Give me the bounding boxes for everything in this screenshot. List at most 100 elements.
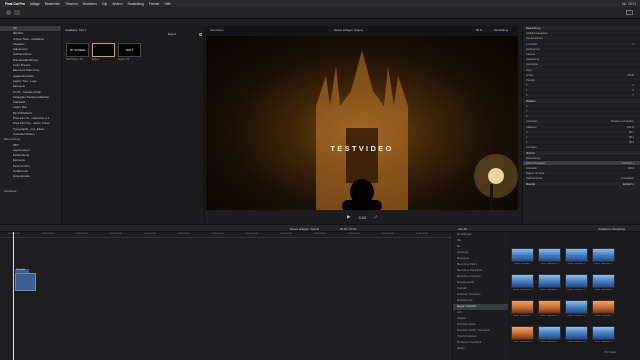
transition-label: Brush Transition 15 — [567, 289, 586, 291]
inspector-label: Y — [526, 110, 528, 113]
transition-thumbnail[interactable] — [511, 300, 534, 314]
transition-thumbnail[interactable] — [538, 248, 561, 262]
ruler-tick: 00:00:15:00 — [110, 233, 122, 235]
inspector-label: Rotation — [526, 99, 536, 103]
inspector-label: Geometrie — [526, 63, 539, 67]
transition-thumbnail[interactable] — [565, 248, 588, 262]
effects-category-item[interactable]: Wellen — [453, 346, 508, 352]
transition-label: Brush Transition 17 — [513, 315, 532, 317]
inspector: Beleuchtung Helligkeitsangaben Detailreich… — [522, 26, 640, 223]
timeline-ruler: 00:00:00:0000:00:05:0000:00:10:0000:00:1… — [0, 232, 452, 238]
menu-item[interactable]: Ändern — [112, 2, 122, 6]
timeline-header: Neues anlegen: Testvid 00:00 / 00:00 All… — [0, 224, 640, 232]
video-title-text: TESTVIDEO — [330, 144, 394, 153]
effects-grid: 254 Objekte Brush Transition 1 Brush Tran… — [508, 232, 640, 360]
inspector-label: Anpassung — [526, 58, 539, 62]
inspector-label: Material — [526, 182, 536, 186]
inspector-label: Skalieren — [526, 125, 537, 129]
inspector-label: Lochfarbe — [526, 42, 538, 46]
inspector-label: Hintergrund — [526, 47, 540, 51]
library-item[interactable]: Hintergründe — [0, 174, 61, 179]
inspector-toggle-icon[interactable] — [626, 10, 633, 15]
menu-item[interactable]: Fenster — [149, 2, 160, 6]
viewer: Kein Zoom Neues anlegen: Eigene 80 % Dar… — [206, 26, 518, 224]
clock: Mo. 18:24 — [621, 1, 636, 6]
transition-thumbnail[interactable] — [592, 300, 615, 314]
transition-thumbnail[interactable] — [511, 326, 534, 340]
transition-label: Brush Transition 16 — [594, 289, 613, 291]
menu-item[interactable]: Ablage — [30, 2, 40, 6]
inspector-row[interactable]: Material Einfach 1 — [523, 181, 640, 187]
transition-label: Brush Transition 1 — [514, 263, 531, 265]
inspector-label: Z — [526, 94, 528, 98]
ruler-tick: 00:00:40:00 — [280, 233, 292, 235]
playhead[interactable] — [13, 232, 14, 360]
inspector-label: Eigene Umrisse — [526, 172, 545, 176]
inspector-label: Detailreichtum — [526, 37, 543, 41]
timeline[interactable]: 00:00:00:0000:00:05:0000:00:10:0000:00:1… — [0, 232, 452, 360]
ruler-tick: 00:00:55:00 — [382, 233, 394, 235]
transition-label: Brush Transition 10 — [540, 263, 559, 265]
inspector-label: Z — [526, 141, 528, 145]
inspector-label: Größe — [526, 73, 534, 77]
inspector-label: Beleuchtungsart — [526, 161, 545, 165]
transition-label: Brush Transition 22 — [567, 341, 586, 343]
video-scene — [316, 50, 518, 210]
title-thumbnail[interactable]: MY SCREEN — [66, 43, 89, 57]
transition-thumbnail[interactable] — [592, 326, 615, 340]
library-footer[interactable]: Manifeste — [0, 189, 61, 194]
title-thumbnail[interactable]: 1920 © — [118, 43, 141, 57]
transition-thumbnail[interactable] — [565, 300, 588, 314]
effects-count: 254 Objekte — [604, 352, 617, 354]
transition-thumbnail[interactable] — [592, 274, 615, 288]
title-thumbnail[interactable] — [92, 43, 115, 57]
transition-label: Brush Transition 14 — [540, 289, 559, 291]
ruler-tick: 00:00:30:00 — [212, 233, 224, 235]
settings-icon[interactable] — [199, 33, 202, 36]
ruler-tick: 00:01:00:00 — [416, 233, 428, 235]
menu-item[interactable]: Markieren — [83, 2, 97, 6]
browser-filter[interactable]: Eigene — [168, 33, 176, 36]
import-icon[interactable] — [14, 10, 20, 15]
timecode[interactable]: 3:02 — [358, 215, 366, 220]
effects-category[interactable]: Alle 3D — [458, 227, 467, 231]
transition-thumbnail[interactable] — [592, 248, 615, 262]
play-icon[interactable]: ▶ — [347, 214, 350, 220]
menu-item[interactable]: Hilfe — [165, 2, 171, 6]
ruler-tick: 00:00:45:00 — [314, 233, 326, 235]
effects-category-list: Einstellungen Alle 3D Auflösung Bewegung Blen… — [452, 232, 508, 360]
menu-app-name[interactable]: Final Cut Pro — [5, 2, 25, 6]
transition-label: Brush Transition 18 — [540, 315, 559, 317]
menu-item[interactable]: Darstellung — [128, 2, 144, 6]
inspector-label: X — [526, 84, 528, 88]
viewer-view-menu[interactable]: Darstellung — [494, 28, 508, 32]
menu-item[interactable]: Trimmen — [65, 2, 77, 6]
transition-thumbnail[interactable] — [511, 274, 534, 288]
transition-thumbnail[interactable] — [565, 274, 588, 288]
transition-thumbnail[interactable] — [538, 326, 561, 340]
fullscreen-icon[interactable]: ⤢ — [374, 215, 377, 219]
viewer-resolution[interactable]: 80 % — [476, 28, 482, 32]
inspector-label: X — [526, 104, 528, 108]
video-clip[interactable] — [15, 273, 36, 291]
transition-thumbnail[interactable] — [538, 274, 561, 288]
inspector-label: Position — [526, 78, 536, 82]
record-icon[interactable] — [6, 10, 11, 15]
video-frame — [206, 36, 518, 210]
inspector-label: X — [526, 130, 528, 134]
library-sidebar: 3D 3D-Film 4-Free Titles - Kollektion Abspa… — [0, 26, 62, 223]
timeline-timecode: 00:00 / 00:00 — [340, 226, 357, 231]
ruler-tick: 00:00:25:00 — [178, 233, 190, 235]
inspector-value[interactable]: Einfach 1 — [623, 182, 634, 187]
transition-thumbnail[interactable] — [538, 300, 561, 314]
transition-thumbnail[interactable] — [565, 326, 588, 340]
transition-label: Brush Transition 12 — [594, 263, 613, 265]
inspector-label: Beleuchtung — [526, 156, 541, 160]
transition-label: Brush Transition 21 — [540, 341, 559, 343]
menu-item[interactable]: Clip — [102, 2, 108, 6]
transition-thumbnail[interactable] — [511, 248, 534, 262]
ruler-tick: 00:00:35:00 — [246, 233, 258, 235]
toolbar — [0, 7, 640, 19]
menu-item[interactable]: Bearbeiten — [45, 2, 60, 6]
viewer-zoom[interactable]: Kein Zoom — [210, 28, 224, 32]
